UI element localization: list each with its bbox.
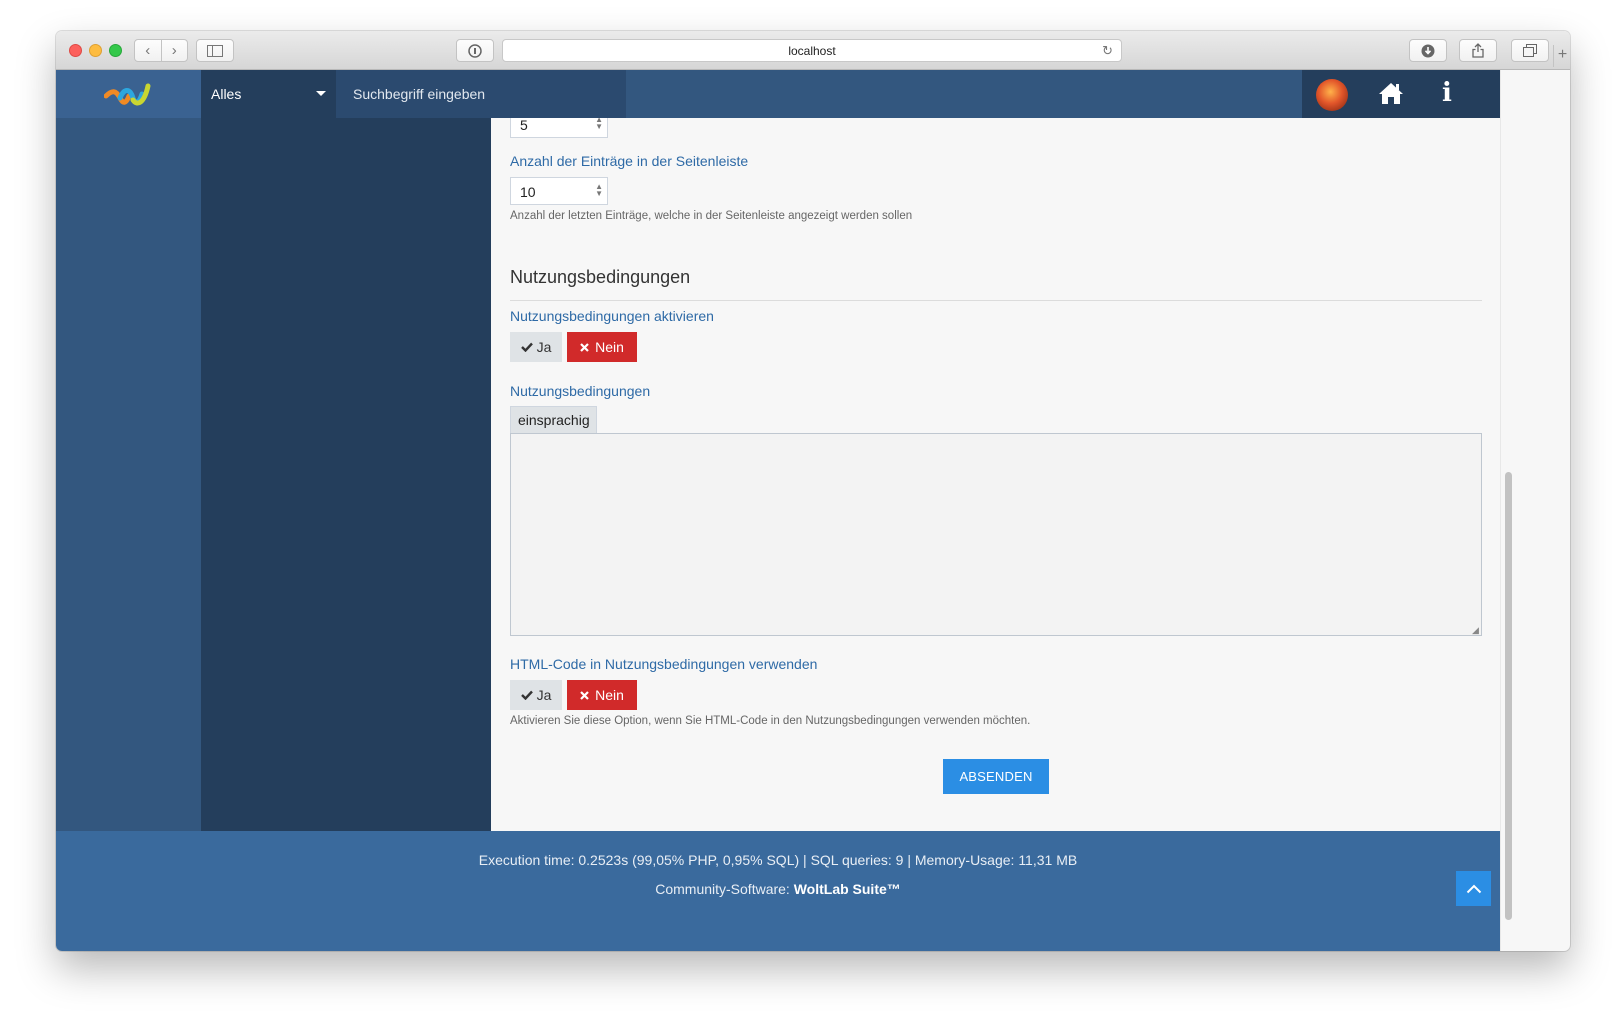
section-title: Nutzungsbedingungen [510, 267, 691, 287]
minimize-window-button[interactable] [89, 44, 102, 57]
maximize-window-button[interactable] [109, 44, 122, 57]
sidebar-entries-help: Anzahl der letzten Einträge, welche in d… [510, 210, 913, 222]
avatar[interactable] [1316, 79, 1348, 111]
forward-icon[interactable]: › [162, 40, 188, 61]
footer-copyright: Community-Software: WoltLab Suite™ [56, 881, 1500, 897]
browser-titlebar: ‹ › localhost ↻ + [56, 31, 1570, 70]
enable-terms-yes-label: Ja [536, 339, 552, 355]
check-icon [520, 342, 533, 352]
terms-text-label: Nutzungsbedingungen [510, 383, 651, 399]
html-terms-yes-label: Ja [536, 687, 552, 703]
check-icon [520, 690, 533, 700]
html-terms-no-button[interactable]: Nein [567, 680, 637, 710]
chevron-up-icon [1466, 884, 1481, 893]
truncated-number-value: 5 [520, 118, 528, 133]
section-divider [510, 300, 1482, 301]
sidebar-toggle-button[interactable] [196, 39, 234, 62]
address-bar[interactable]: localhost ↻ [502, 39, 1122, 62]
sidebar-entries-input[interactable]: 10 ▲ ▼ [510, 177, 608, 205]
search-input[interactable] [336, 70, 626, 118]
times-icon [580, 690, 589, 700]
reload-icon[interactable]: ↻ [1102, 43, 1113, 59]
scroll-to-top-button[interactable] [1456, 871, 1491, 906]
enable-terms-label: Nutzungsbedingungen aktivieren [510, 308, 714, 324]
url-text: localhost [788, 44, 836, 58]
enable-terms-no-button[interactable]: Nein [567, 332, 637, 362]
privacy-icon [468, 43, 482, 58]
times-icon [580, 342, 589, 352]
spinner-icon[interactable]: ▲ ▼ [595, 183, 603, 198]
caret-down-icon [316, 91, 326, 96]
new-tab-button[interactable]: + [1553, 45, 1570, 67]
terms-textarea[interactable] [510, 433, 1482, 636]
home-icon[interactable] [1378, 81, 1404, 105]
footer-software-prefix: Community-Software: [655, 881, 794, 897]
search-type-dropdown[interactable]: Alles [201, 70, 336, 118]
main-menu-sidebar [56, 118, 201, 831]
user-panel: i [1302, 70, 1500, 118]
sub-menu-sidebar [201, 118, 491, 831]
privacy-report-button[interactable] [456, 39, 494, 62]
spinner-icon[interactable]: ▲ ▼ [595, 118, 603, 131]
enable-terms-yes-button[interactable]: Ja [510, 332, 562, 362]
page-footer: Execution time: 0.2523s (99,05% PHP, 0,9… [56, 831, 1500, 951]
language-tab[interactable]: einsprachig [510, 406, 597, 433]
enable-terms-no-label: Nein [595, 339, 624, 355]
truncated-number-input[interactable]: 5 ▲ ▼ [510, 118, 608, 138]
download-icon [1421, 44, 1435, 57]
settings-form: 5 ▲ ▼ Anzahl der Einträge in der Seitenle… [491, 118, 1500, 831]
sidebar-toggle-icon [207, 44, 223, 57]
sidebar-entries-value: 10 [520, 184, 536, 200]
back-icon[interactable]: ‹ [135, 40, 162, 61]
html-terms-help: Aktivieren Sie diese Option, wenn Sie HT… [510, 715, 1031, 727]
scrollbar-thumb[interactable] [1505, 472, 1512, 920]
logo-link[interactable] [56, 70, 201, 118]
site-header: Alles i [56, 70, 1500, 118]
show-tabs-button[interactable] [1511, 39, 1549, 62]
close-window-button[interactable] [69, 44, 82, 57]
share-icon [1472, 43, 1484, 58]
downloads-button[interactable] [1409, 39, 1447, 62]
html-terms-yes-button[interactable]: Ja [510, 680, 562, 710]
page-scrollbar[interactable] [1500, 70, 1515, 951]
submit-button[interactable]: ABSENDEN [943, 759, 1049, 794]
resize-icon[interactable]: ◢ [1472, 625, 1479, 636]
footer-software-link[interactable]: WoltLab Suite™ [794, 881, 901, 897]
sidebar-entries-label: Anzahl der Einträge in der Seitenleiste [510, 153, 749, 169]
woltlab-logo [104, 83, 151, 106]
browser-window: ‹ › localhost ↻ + Alles Suchbegriff eing… [56, 31, 1570, 951]
html-terms-label: HTML-Code in Nutzungsbedingungen verwend… [510, 656, 818, 672]
share-button[interactable] [1459, 39, 1497, 62]
tabs-icon [1523, 44, 1537, 57]
info-icon[interactable]: i [1442, 78, 1452, 108]
search-type-label: Alles [211, 86, 242, 102]
footer-stats: Execution time: 0.2523s (99,05% PHP, 0,9… [478, 852, 1078, 868]
html-terms-no-label: Nein [595, 687, 624, 703]
history-nav: ‹ › [134, 39, 188, 62]
